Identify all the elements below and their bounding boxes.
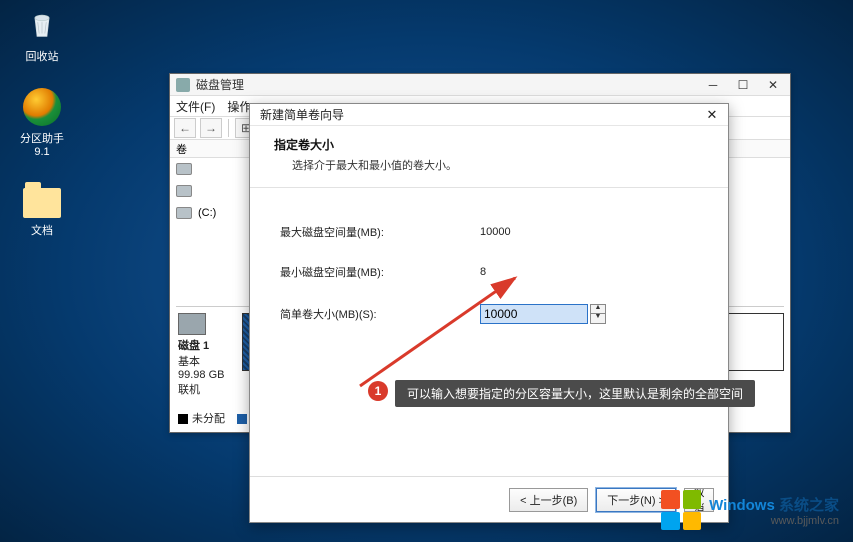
watermark-brand-a: Windows [709, 497, 775, 514]
disk-type: 基本 [178, 353, 242, 369]
windows-logo-icon [661, 490, 701, 530]
watermark-brand-b: 系统之家 [775, 497, 839, 514]
max-space-label: 最大磁盘空间量(MB): [280, 224, 480, 240]
volume-label: (C:) [198, 207, 216, 219]
toolbar-back-button[interactable]: ← [174, 118, 196, 138]
wizard-title: 新建简单卷向导 [260, 106, 344, 123]
wizard-footer: < 上一步(B) 下一步(N) > 取消 [250, 476, 728, 522]
window-titlebar[interactable]: 磁盘管理 ─ ☐ ✕ [170, 74, 790, 96]
desktop-icon-label: 分区助手 9.1 [12, 130, 72, 158]
close-button[interactable]: ✕ [758, 75, 788, 95]
annotation-tooltip: 可以输入想要指定的分区容量大小，这里默认是剩余的全部空间 [395, 380, 755, 407]
app-icon [176, 78, 190, 92]
wizard-titlebar[interactable]: 新建简单卷向导 ✕ [250, 104, 728, 126]
desktop-icon-partition-assistant[interactable]: 分区助手 9.1 [12, 88, 72, 158]
wizard-banner: 指定卷大小 选择介于最大和最小值的卷大小。 [250, 126, 728, 188]
volume-size-label: 简单卷大小(MB)(S): [280, 306, 480, 322]
disk-size: 99.98 GB [178, 369, 242, 381]
desktop-icon-documents[interactable]: 文档 [12, 184, 72, 238]
menu-file[interactable]: 文件(F) [176, 98, 215, 115]
minimize-button[interactable]: ─ [698, 75, 728, 95]
min-space-label: 最小磁盘空间量(MB): [280, 264, 480, 280]
volume-icon [176, 163, 192, 175]
desktop-icon-label: 回收站 [12, 48, 72, 64]
desktop-icon-label: 文档 [12, 222, 72, 238]
maximize-button[interactable]: ☐ [728, 75, 758, 95]
disk-label: 磁盘 1 [178, 337, 242, 353]
watermark: Windows 系统之家 www.bjjmlv.cn [661, 490, 839, 530]
wizard-close-button[interactable]: ✕ [700, 106, 724, 124]
disk-icon [178, 313, 206, 335]
volume-size-input[interactable] [480, 304, 588, 324]
wizard-banner-title: 指定卷大小 [274, 136, 704, 153]
legend-unallocated: 未分配 [192, 413, 225, 425]
new-simple-volume-wizard: 新建简单卷向导 ✕ 指定卷大小 选择介于最大和最小值的卷大小。 最大磁盘空间量(… [249, 103, 729, 523]
desktop: 回收站 分区助手 9.1 文档 磁盘管理 ─ ☐ ✕ 文件(F) 操作 ← → … [0, 0, 853, 542]
disk-info[interactable]: 磁盘 1 基本 99.98 GB 联机 [176, 313, 242, 394]
max-space-value: 10000 [480, 226, 620, 238]
volume-icon [176, 185, 192, 197]
watermark-url: www.bjjmlv.cn [709, 515, 839, 527]
desktop-icon-recycle-bin[interactable]: 回收站 [12, 6, 72, 64]
disk-status: 联机 [178, 381, 242, 397]
annotation-badge: 1 [368, 381, 388, 401]
wizard-body: 最大磁盘空间量(MB): 10000 最小磁盘空间量(MB): 8 简单卷大小(… [250, 188, 728, 358]
back-button[interactable]: < 上一步(B) [509, 488, 588, 512]
menu-action[interactable]: 操作 [227, 98, 251, 115]
recycle-bin-icon [23, 6, 61, 44]
spinner-down-button[interactable]: ▼ [590, 314, 606, 324]
folder-icon [23, 188, 61, 218]
partition-assistant-icon [23, 88, 61, 126]
window-title: 磁盘管理 [196, 76, 698, 93]
min-space-value: 8 [480, 266, 620, 278]
toolbar-forward-button[interactable]: → [200, 118, 222, 138]
volume-icon [176, 207, 192, 219]
wizard-banner-subtitle: 选择介于最大和最小值的卷大小。 [274, 157, 704, 173]
